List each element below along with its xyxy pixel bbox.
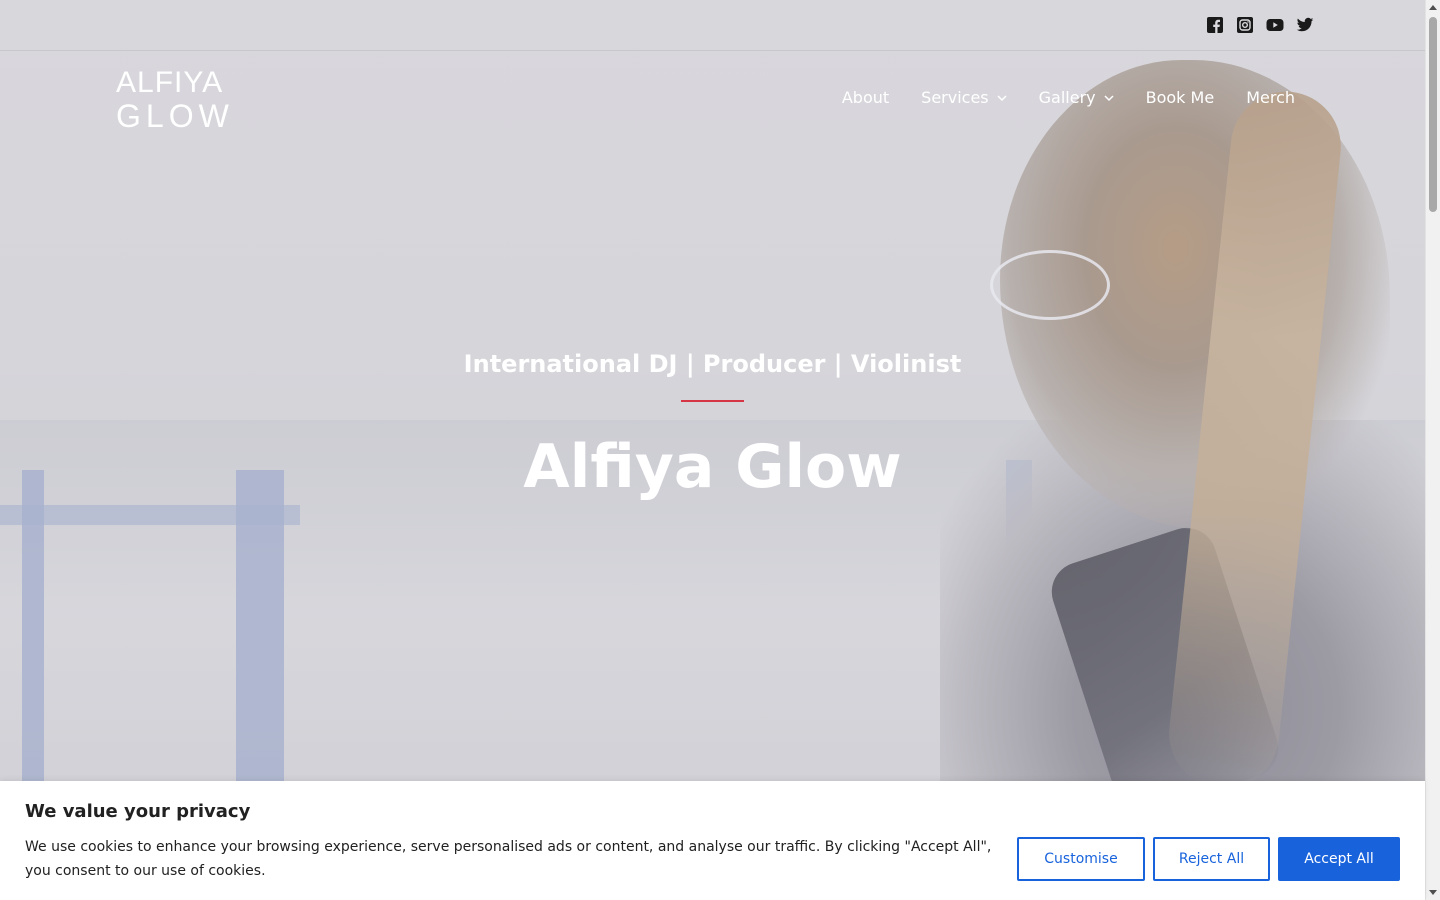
instagram-icon[interactable] [1236,16,1254,34]
scrollbar-thumb[interactable] [1429,17,1437,212]
reject-all-button[interactable]: Reject All [1153,837,1270,881]
top-bar [0,0,1425,51]
facebook-icon[interactable] [1206,16,1224,34]
hero-figure-glasses [990,250,1110,320]
nav-item-label: Merch [1246,88,1295,107]
nav-item-book-me[interactable]: Book Me [1146,88,1215,107]
social-links [1206,16,1314,34]
logo-line-2: GLOW [116,98,234,134]
chevron-down-icon [1104,94,1114,101]
logo-line-1: ALFIYA [116,66,224,99]
chevron-down-icon [997,94,1007,101]
cookie-title: We value your privacy [25,801,251,822]
nav-item-label: Gallery [1038,88,1096,107]
hero-title: Alfiya Glow [523,432,902,502]
cookie-text: We use cookies to enhance your browsing … [25,839,992,879]
hero-tagline: International DJ | Producer | Violinist [463,350,962,378]
nav-item-services[interactable]: Services [921,88,1007,107]
nav-item-gallery[interactable]: Gallery [1039,88,1114,107]
nav-item-label: About [841,88,890,107]
scroll-down-icon[interactable] [1429,890,1437,895]
site-logo[interactable]: ALFIYA GLOW [116,66,234,134]
nav-item-label: Services [921,88,989,107]
customise-button[interactable]: Customise [1017,837,1145,881]
nav-item-about[interactable]: About [842,88,889,107]
twitter-icon[interactable] [1296,16,1314,34]
hero-divider [681,400,744,402]
nav-item-label: Book Me [1145,88,1215,107]
youtube-icon[interactable] [1266,16,1284,34]
accept-all-button[interactable]: Accept All [1278,837,1400,881]
main-nav: About Services Gallery Book Me Merch [842,88,1295,107]
hero-rail-bar [0,505,300,525]
cookie-banner: We value your privacy We use cookies to … [0,781,1425,900]
page-scrollbar[interactable] [1425,0,1440,900]
nav-item-merch[interactable]: Merch [1246,88,1295,107]
scroll-up-icon[interactable] [1429,5,1437,10]
